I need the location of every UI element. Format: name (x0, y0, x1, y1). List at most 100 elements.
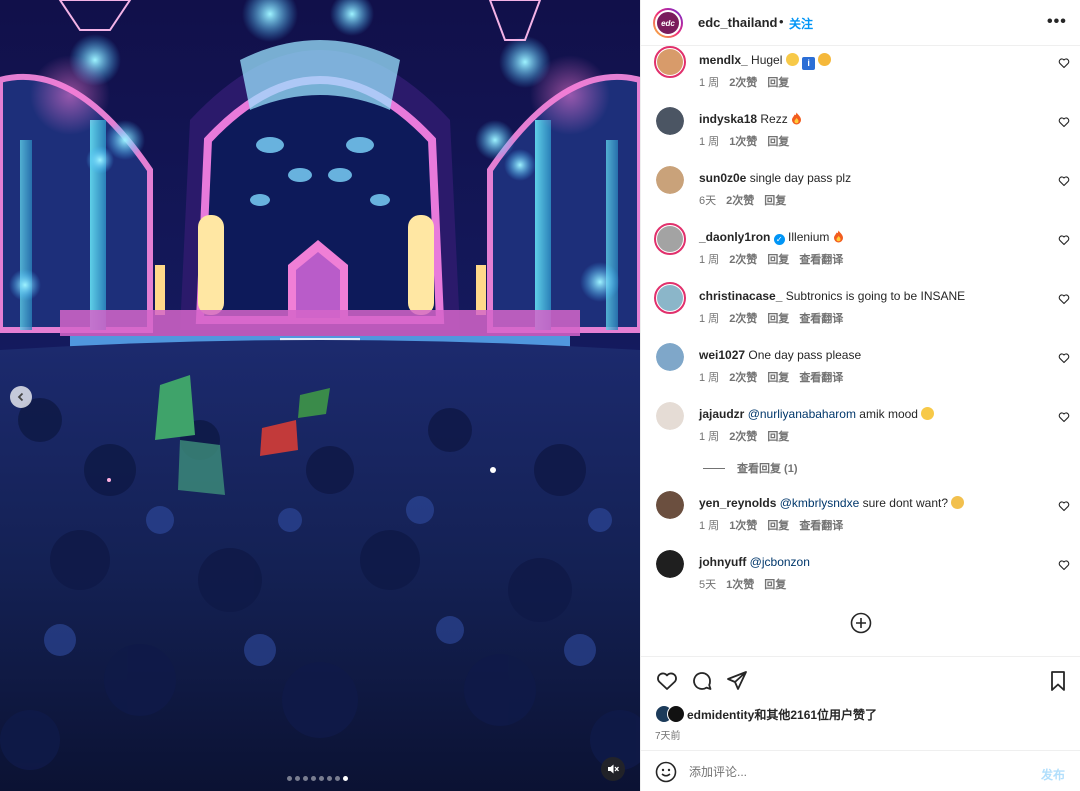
mention-link[interactable]: @kmbrlysndxe (780, 496, 860, 510)
commenter-avatar[interactable] (656, 107, 684, 135)
comment-text: _daonly1ron ✓ Illenium (699, 230, 844, 245)
comment-likes[interactable]: 1次赞 (729, 136, 757, 148)
comment-heart-icon[interactable] (1058, 411, 1070, 423)
verified-badge-icon: ✓ (773, 234, 785, 245)
load-more-comments-icon[interactable] (850, 612, 872, 634)
comment-likes[interactable]: 2次赞 (729, 313, 757, 325)
comment-text: sun0z0e single day pass plz (699, 171, 851, 185)
comment-input[interactable] (689, 759, 1029, 785)
comment-username[interactable]: wei1027 (699, 348, 745, 362)
commenter-avatar[interactable] (656, 402, 684, 430)
comments-list[interactable]: mendlx_ Hugel i 1 周 2次赞 回复 indyska18 Rezz 1… (641, 46, 1080, 656)
comment-username[interactable]: indyska18 (699, 112, 757, 126)
view-replies-button[interactable]: 查看回复 (1) (703, 460, 798, 476)
comment-body: Subtronics is going to be INSANE (785, 289, 966, 303)
reply-button[interactable]: 回复 (767, 431, 789, 443)
comment-likes[interactable]: 2次赞 (726, 195, 754, 207)
comment-heart-icon[interactable] (1058, 175, 1070, 187)
comment-text: yen_reynolds @kmbrlysndxe sure dont want… (699, 496, 965, 510)
comment-likes[interactable]: 1次赞 (729, 520, 757, 532)
comment-heart-icon[interactable] (1058, 559, 1070, 571)
comment-heart-icon[interactable] (1058, 234, 1070, 246)
comment-item: yen_reynolds @kmbrlysndxe sure dont want… (641, 489, 1080, 548)
comment-heart-icon[interactable] (1058, 116, 1070, 128)
comment-username[interactable]: jajaudzr (699, 407, 744, 421)
commenter-avatar[interactable] (654, 46, 686, 78)
comment-username[interactable]: sun0z0e (699, 171, 746, 185)
post-header: edc edc_thailand • 关注 ••• (641, 0, 1080, 46)
post-media[interactable] (0, 0, 640, 791)
commenter-avatar[interactable] (654, 223, 686, 255)
comment-meta: 1 周 2次赞 回复 (699, 74, 799, 90)
comment-likes[interactable]: 2次赞 (729, 254, 757, 266)
comment-likes[interactable]: 2次赞 (729, 77, 757, 89)
cool-emoji-icon (818, 53, 832, 66)
carousel-dot (319, 776, 324, 781)
likes-summary[interactable]: edmidentity和其他2161位用户赞了 (655, 705, 877, 723)
follow-button[interactable]: 关注 (789, 15, 813, 32)
author-username[interactable]: edc_thailand (698, 15, 777, 30)
translate-button[interactable]: 查看翻译 (799, 254, 843, 266)
header-separator: • (779, 14, 784, 29)
comment-username[interactable]: christinacase_ (699, 289, 782, 303)
comment-meta: 1 周 2次赞 回复 查看翻译 (699, 310, 853, 326)
reply-button[interactable]: 回复 (767, 520, 789, 532)
view-replies-label: 查看回复 (1) (737, 463, 798, 475)
comment-time: 1 周 (699, 77, 720, 89)
translate-button[interactable]: 查看翻译 (799, 372, 843, 384)
heart-icon[interactable] (655, 669, 679, 693)
comment-username[interactable]: _daonly1ron (699, 230, 770, 244)
comment-username[interactable]: mendlx_ (699, 53, 748, 67)
commenter-avatar[interactable] (656, 343, 684, 371)
translate-button[interactable]: 查看翻译 (799, 313, 843, 325)
author-avatar[interactable]: edc (653, 8, 683, 38)
reply-button[interactable]: 回复 (764, 579, 786, 591)
commenter-avatar[interactable] (656, 491, 684, 519)
chevron-left-icon (17, 392, 24, 402)
emoji-icon[interactable] (655, 761, 677, 783)
comment-body: single day pass plz (749, 171, 852, 185)
avatar-image (656, 343, 684, 371)
comment-likes[interactable]: 2次赞 (729, 372, 757, 384)
comment-icon[interactable] (690, 669, 714, 693)
comment-body: sure dont want? (862, 496, 948, 510)
commenter-avatar[interactable] (656, 166, 684, 194)
likes-count[interactable]: edmidentity和其他2161位用户赞了 (687, 706, 877, 723)
comment-text: christinacase_ Subtronics is going to be… (699, 289, 965, 303)
comment-time: 1 周 (699, 372, 720, 384)
comment-username[interactable]: yen_reynolds (699, 496, 776, 510)
mention-link[interactable]: @nurliyanabaharom (748, 407, 856, 421)
post-comment-button[interactable]: 发布 (1041, 766, 1065, 783)
commenter-avatar[interactable] (656, 550, 684, 578)
comment-text: jajaudzr @nurliyanabaharom amik mood (699, 407, 935, 421)
bookmark-icon[interactable] (1046, 669, 1070, 693)
carousel-dot (335, 776, 340, 781)
reply-button[interactable]: 回复 (767, 254, 789, 266)
commenter-avatar[interactable] (654, 282, 686, 314)
comment-heart-icon[interactable] (1058, 293, 1070, 305)
reply-button[interactable]: 回复 (767, 77, 789, 89)
send-icon[interactable] (725, 669, 749, 693)
reply-button[interactable]: 回复 (767, 136, 789, 148)
comment-heart-icon[interactable] (1058, 352, 1070, 364)
comment-heart-icon[interactable] (1058, 500, 1070, 512)
mute-button[interactable] (601, 757, 625, 781)
post-panel: edc edc_thailand • 关注 ••• mendlx_ Hugel … (640, 0, 1080, 791)
carousel-prev-button[interactable] (10, 386, 32, 408)
translate-button[interactable]: 查看翻译 (799, 520, 843, 532)
author-avatar-logo: edc (655, 10, 681, 36)
reply-button[interactable]: 回复 (767, 372, 789, 384)
reply-button[interactable]: 回复 (764, 195, 786, 207)
reply-button[interactable]: 回复 (767, 313, 789, 325)
comment-item: jajaudzr @nurliyanabaharom amik mood 1 周… (641, 400, 1080, 459)
comment-heart-icon[interactable] (1058, 57, 1070, 69)
mention-link[interactable]: @jcbonzon (750, 555, 810, 569)
fire-emoji-icon (792, 112, 802, 125)
comment-likes[interactable]: 2次赞 (729, 431, 757, 443)
comment-username[interactable]: johnyuff (699, 555, 746, 569)
comment-meta: 1 周 2次赞 回复 查看翻译 (699, 369, 853, 385)
avatar-image (657, 49, 683, 75)
comment-item: _daonly1ron ✓ Illenium 1 周 2次赞 回复 查看翻译 (641, 223, 1080, 282)
comment-likes[interactable]: 1次赞 (726, 579, 754, 591)
more-options-button[interactable]: ••• (1047, 13, 1067, 31)
